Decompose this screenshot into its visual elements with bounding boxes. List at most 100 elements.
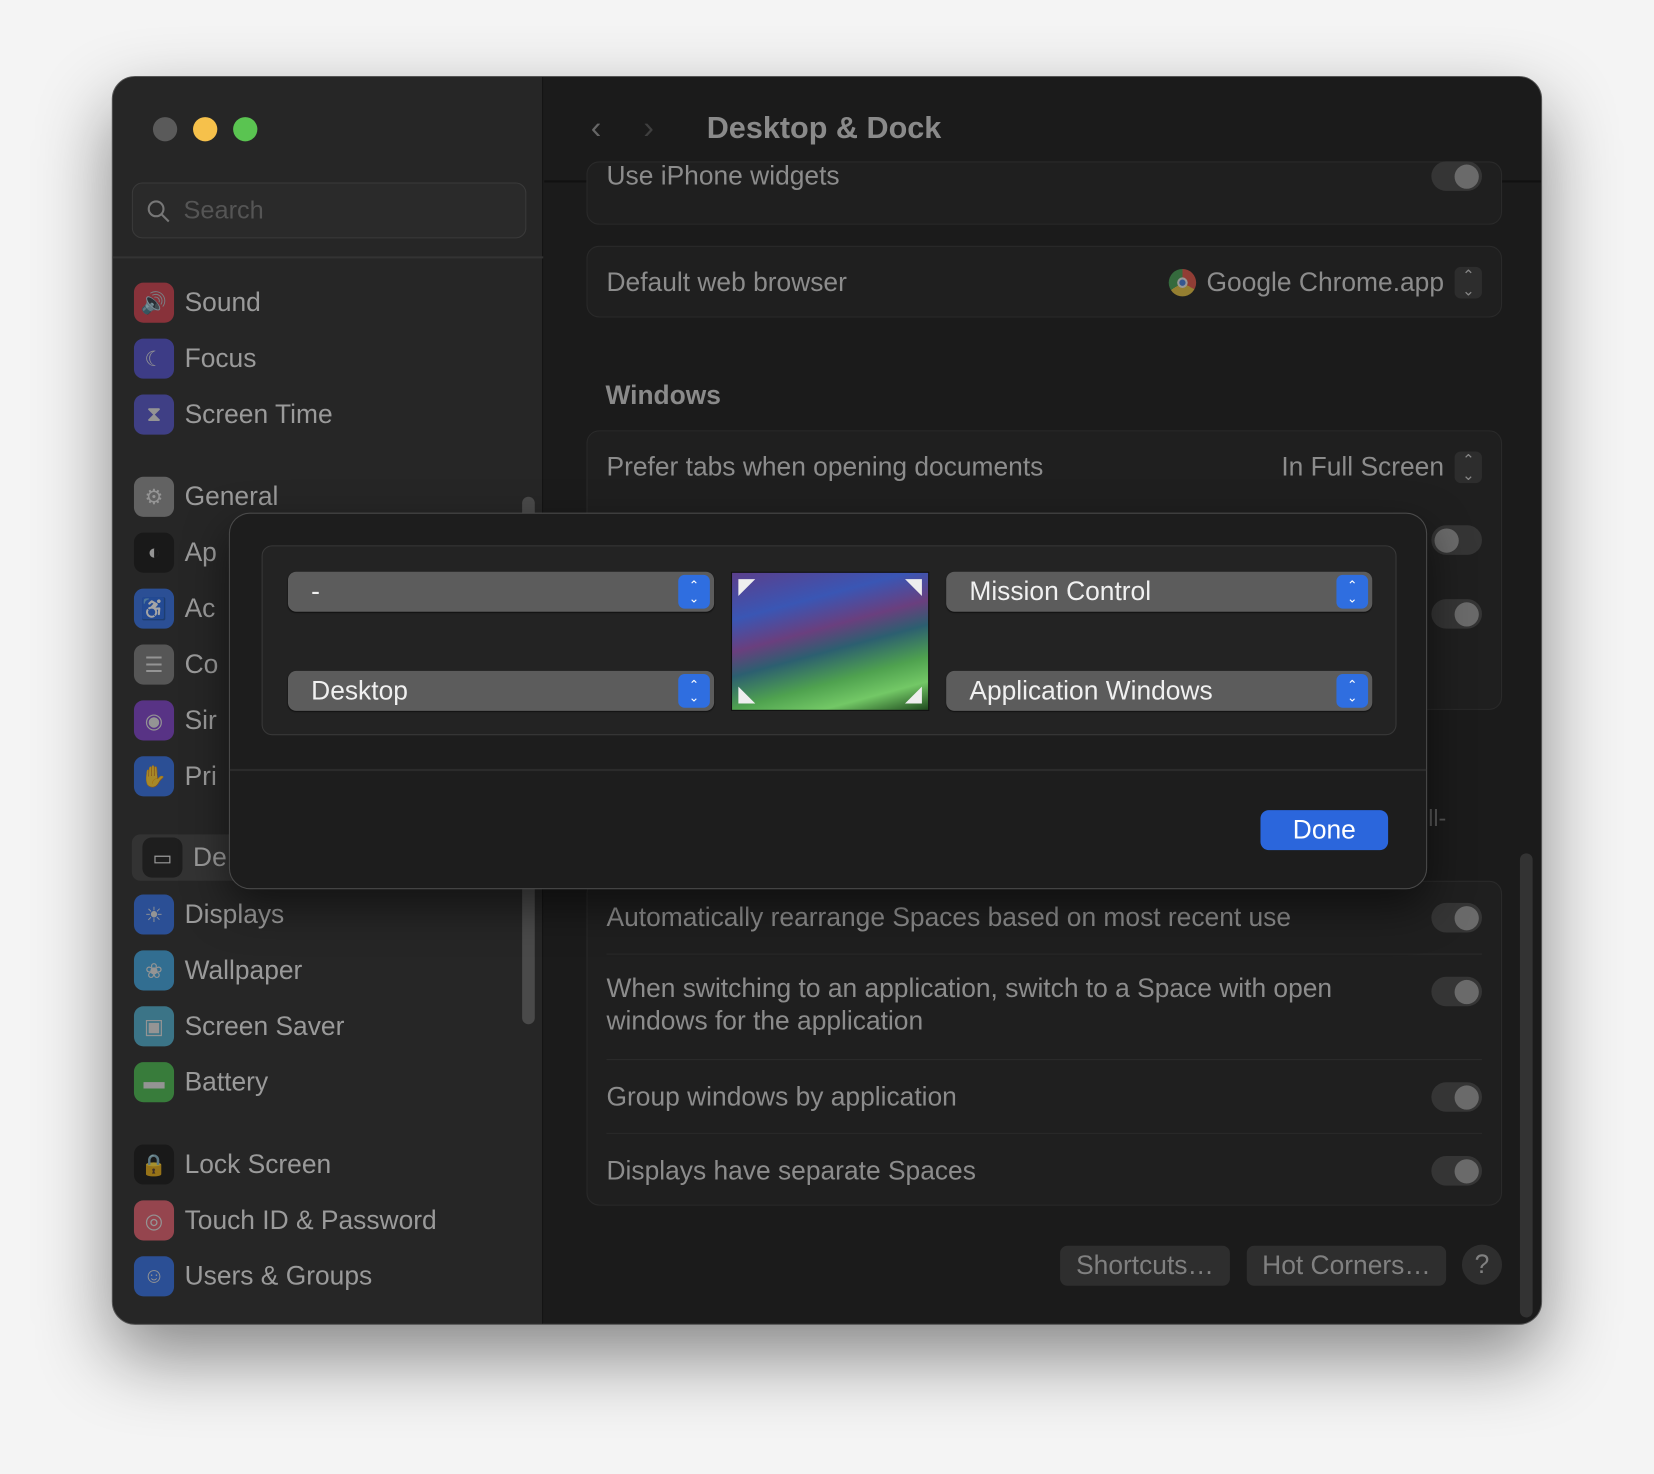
stepper-icon: ⌃ ⌄ xyxy=(1336,574,1369,609)
toggle[interactable] xyxy=(1431,976,1482,1007)
sidebar-item-pri[interactable]: ✋ Pri xyxy=(133,753,217,799)
search-field[interactable] xyxy=(131,182,527,239)
back-button[interactable]: ‹ xyxy=(591,111,602,147)
corner-marker-icon xyxy=(738,579,756,596)
popup-value: Desktop xyxy=(311,675,408,706)
sidebar-item-label: Sound xyxy=(184,287,261,317)
sidebar-item-label: Lock Screen xyxy=(184,1149,332,1179)
setting-label: When switching to an application, switch… xyxy=(606,973,1333,1036)
sidebar-item-displays[interactable]: ☀ Displays xyxy=(133,891,285,937)
moon-icon: ☾ xyxy=(133,338,175,379)
hot-corners-button[interactable]: Hot Corners… xyxy=(1246,1245,1447,1286)
close-button[interactable] xyxy=(152,117,178,142)
spaces-card: Automatically rearrange Spaces based on … xyxy=(586,880,1503,1206)
appearance-icon: ◐ xyxy=(133,532,175,573)
minimize-button[interactable] xyxy=(193,117,218,142)
corner-marker-icon xyxy=(905,579,922,596)
bottom-right-corner-popup[interactable]: Application Windows ⌃ ⌄ xyxy=(946,670,1373,711)
desktop-wallpaper-preview xyxy=(730,571,930,711)
sidebar-item-co[interactable]: ☰ Co xyxy=(133,641,218,687)
sidebar-item-ap[interactable]: ◐ Ap xyxy=(133,530,217,576)
sidebar-item-sound[interactable]: 🔊 Sound xyxy=(133,280,261,326)
stepper-icon: ⌃ ⌄ xyxy=(1454,451,1482,484)
zoom-button[interactable] xyxy=(233,117,258,142)
setting-row: Automatically rearrange Spaces based on … xyxy=(607,899,1482,937)
sidebar-item-label: Users & Groups xyxy=(184,1261,373,1291)
browser-card: Default web browser Google Chrome.app ⌃ ⌄ xyxy=(586,245,1503,318)
main-scrollbar[interactable] xyxy=(1519,853,1533,1318)
corners-panel: - ⌃ ⌄ Desktop ⌃ ⌄ Mission Control ⌃ ⌄ Appli… xyxy=(261,545,1397,736)
shortcuts-button[interactable]: Shortcuts… xyxy=(1060,1245,1230,1286)
hot-corners-dialog: - ⌃ ⌄ Desktop ⌃ ⌄ Mission Control ⌃ ⌄ Appli… xyxy=(228,512,1428,890)
sidebar-item-label: De xyxy=(193,842,227,872)
sidebar-item-wallpaper[interactable]: ❀ Wallpaper xyxy=(133,947,303,993)
sidebar-item-label: Wallpaper xyxy=(184,955,303,985)
bottom-left-corner-popup[interactable]: Desktop ⌃ ⌄ xyxy=(287,670,715,711)
sidebar-item-screen-saver[interactable]: ▣ Screen Saver xyxy=(133,1003,345,1049)
chrome-icon xyxy=(1168,268,1196,297)
hourglass-icon: ⧗ xyxy=(133,394,175,435)
sidebar-item-users-groups[interactable]: ☺ Users & Groups xyxy=(133,1253,373,1299)
widgets-card: Use iPhone widgets xyxy=(586,161,1503,225)
sidebar-item-ac[interactable]: ♿ Ac xyxy=(133,585,216,631)
sun-icon: ☀ xyxy=(133,894,175,935)
toggle[interactable] xyxy=(1431,161,1482,191)
browser-value: Google Chrome.app xyxy=(1206,267,1445,297)
setting-row: Displays have separate Spaces xyxy=(607,1152,1482,1190)
siri-icon: ◉ xyxy=(133,700,175,741)
page-title: Desktop & Dock xyxy=(706,111,942,146)
sidebar-item-label: General xyxy=(184,481,279,512)
prefer-tabs-popup[interactable]: In Full Screen ⌃ ⌄ xyxy=(1281,451,1482,484)
top-left-corner-popup[interactable]: - ⌃ ⌄ xyxy=(287,571,715,612)
sidebar-item-lock-screen[interactable]: 🔒 Lock Screen xyxy=(133,1141,332,1187)
sidebar-item-label: Displays xyxy=(184,899,285,929)
speaker-icon: 🔊 xyxy=(133,282,175,323)
section-title-windows: Windows xyxy=(605,380,721,411)
sidebar-item-label: Ap xyxy=(184,537,217,567)
sidebar-item-touch-id-password[interactable]: ◎ Touch ID & Password xyxy=(133,1197,437,1243)
setting-label: Displays have separate Spaces xyxy=(606,1155,976,1186)
toggle[interactable] xyxy=(1431,1156,1482,1186)
flower-icon: ❀ xyxy=(133,950,175,991)
accessibility-icon: ♿ xyxy=(133,588,175,629)
hand-icon: ✋ xyxy=(133,756,175,797)
toggle[interactable] xyxy=(1431,1082,1482,1112)
toggle[interactable] xyxy=(1431,599,1482,629)
fingerprint-icon: ◎ xyxy=(133,1200,175,1241)
sidebar-item-sir[interactable]: ◉ Sir xyxy=(133,697,217,743)
setting-label: Group windows by application xyxy=(606,1081,957,1112)
setting-row: Prefer tabs when opening documents In Fu… xyxy=(607,446,1482,488)
popup-value: Application Windows xyxy=(969,675,1213,706)
traffic-lights xyxy=(152,117,258,142)
popup-value: - xyxy=(311,576,320,606)
forward-button[interactable]: › xyxy=(643,111,654,147)
screensaver-icon: ▣ xyxy=(133,1006,175,1047)
toggle[interactable] xyxy=(1431,525,1482,555)
users-icon: ☺ xyxy=(133,1256,175,1297)
browser-popup[interactable]: Google Chrome.app ⌃ ⌄ xyxy=(1168,266,1482,299)
sidebar-divider xyxy=(112,256,544,259)
sidebar-item-label: Ac xyxy=(184,593,216,623)
gear-icon: ⚙ xyxy=(133,476,175,517)
setting-row: Group windows by application xyxy=(607,1078,1482,1116)
battery-icon: ▬ xyxy=(133,1062,175,1103)
sidebar-item-label: Touch ID & Password xyxy=(184,1205,437,1235)
partial-text: ll- xyxy=(1428,804,1447,832)
toggle[interactable] xyxy=(1431,902,1482,933)
corner-marker-icon xyxy=(738,686,756,704)
search-input[interactable] xyxy=(183,195,500,226)
top-right-corner-popup[interactable]: Mission Control ⌃ ⌄ xyxy=(946,571,1373,612)
lock-icon: 🔒 xyxy=(133,1144,175,1185)
setting-row: When switching to an application, switch… xyxy=(607,973,1482,1043)
sidebar-item-battery[interactable]: ▬ Battery xyxy=(133,1059,268,1105)
dialog-divider xyxy=(229,768,1427,772)
sidebar-item-label: Focus xyxy=(184,343,257,373)
sidebar-item-focus[interactable]: ☾ Focus xyxy=(133,335,257,381)
dock-icon: ▭ xyxy=(142,837,183,878)
sidebar-item-label: Screen Saver xyxy=(184,1011,345,1041)
sidebar-item-screen-time[interactable]: ⧗ Screen Time xyxy=(133,391,333,437)
setting-label: Prefer tabs when opening documents xyxy=(606,451,1044,482)
help-button[interactable]: ? xyxy=(1461,1244,1503,1285)
setting-label: Default web browser xyxy=(606,267,847,297)
done-button[interactable]: Done xyxy=(1260,810,1389,851)
